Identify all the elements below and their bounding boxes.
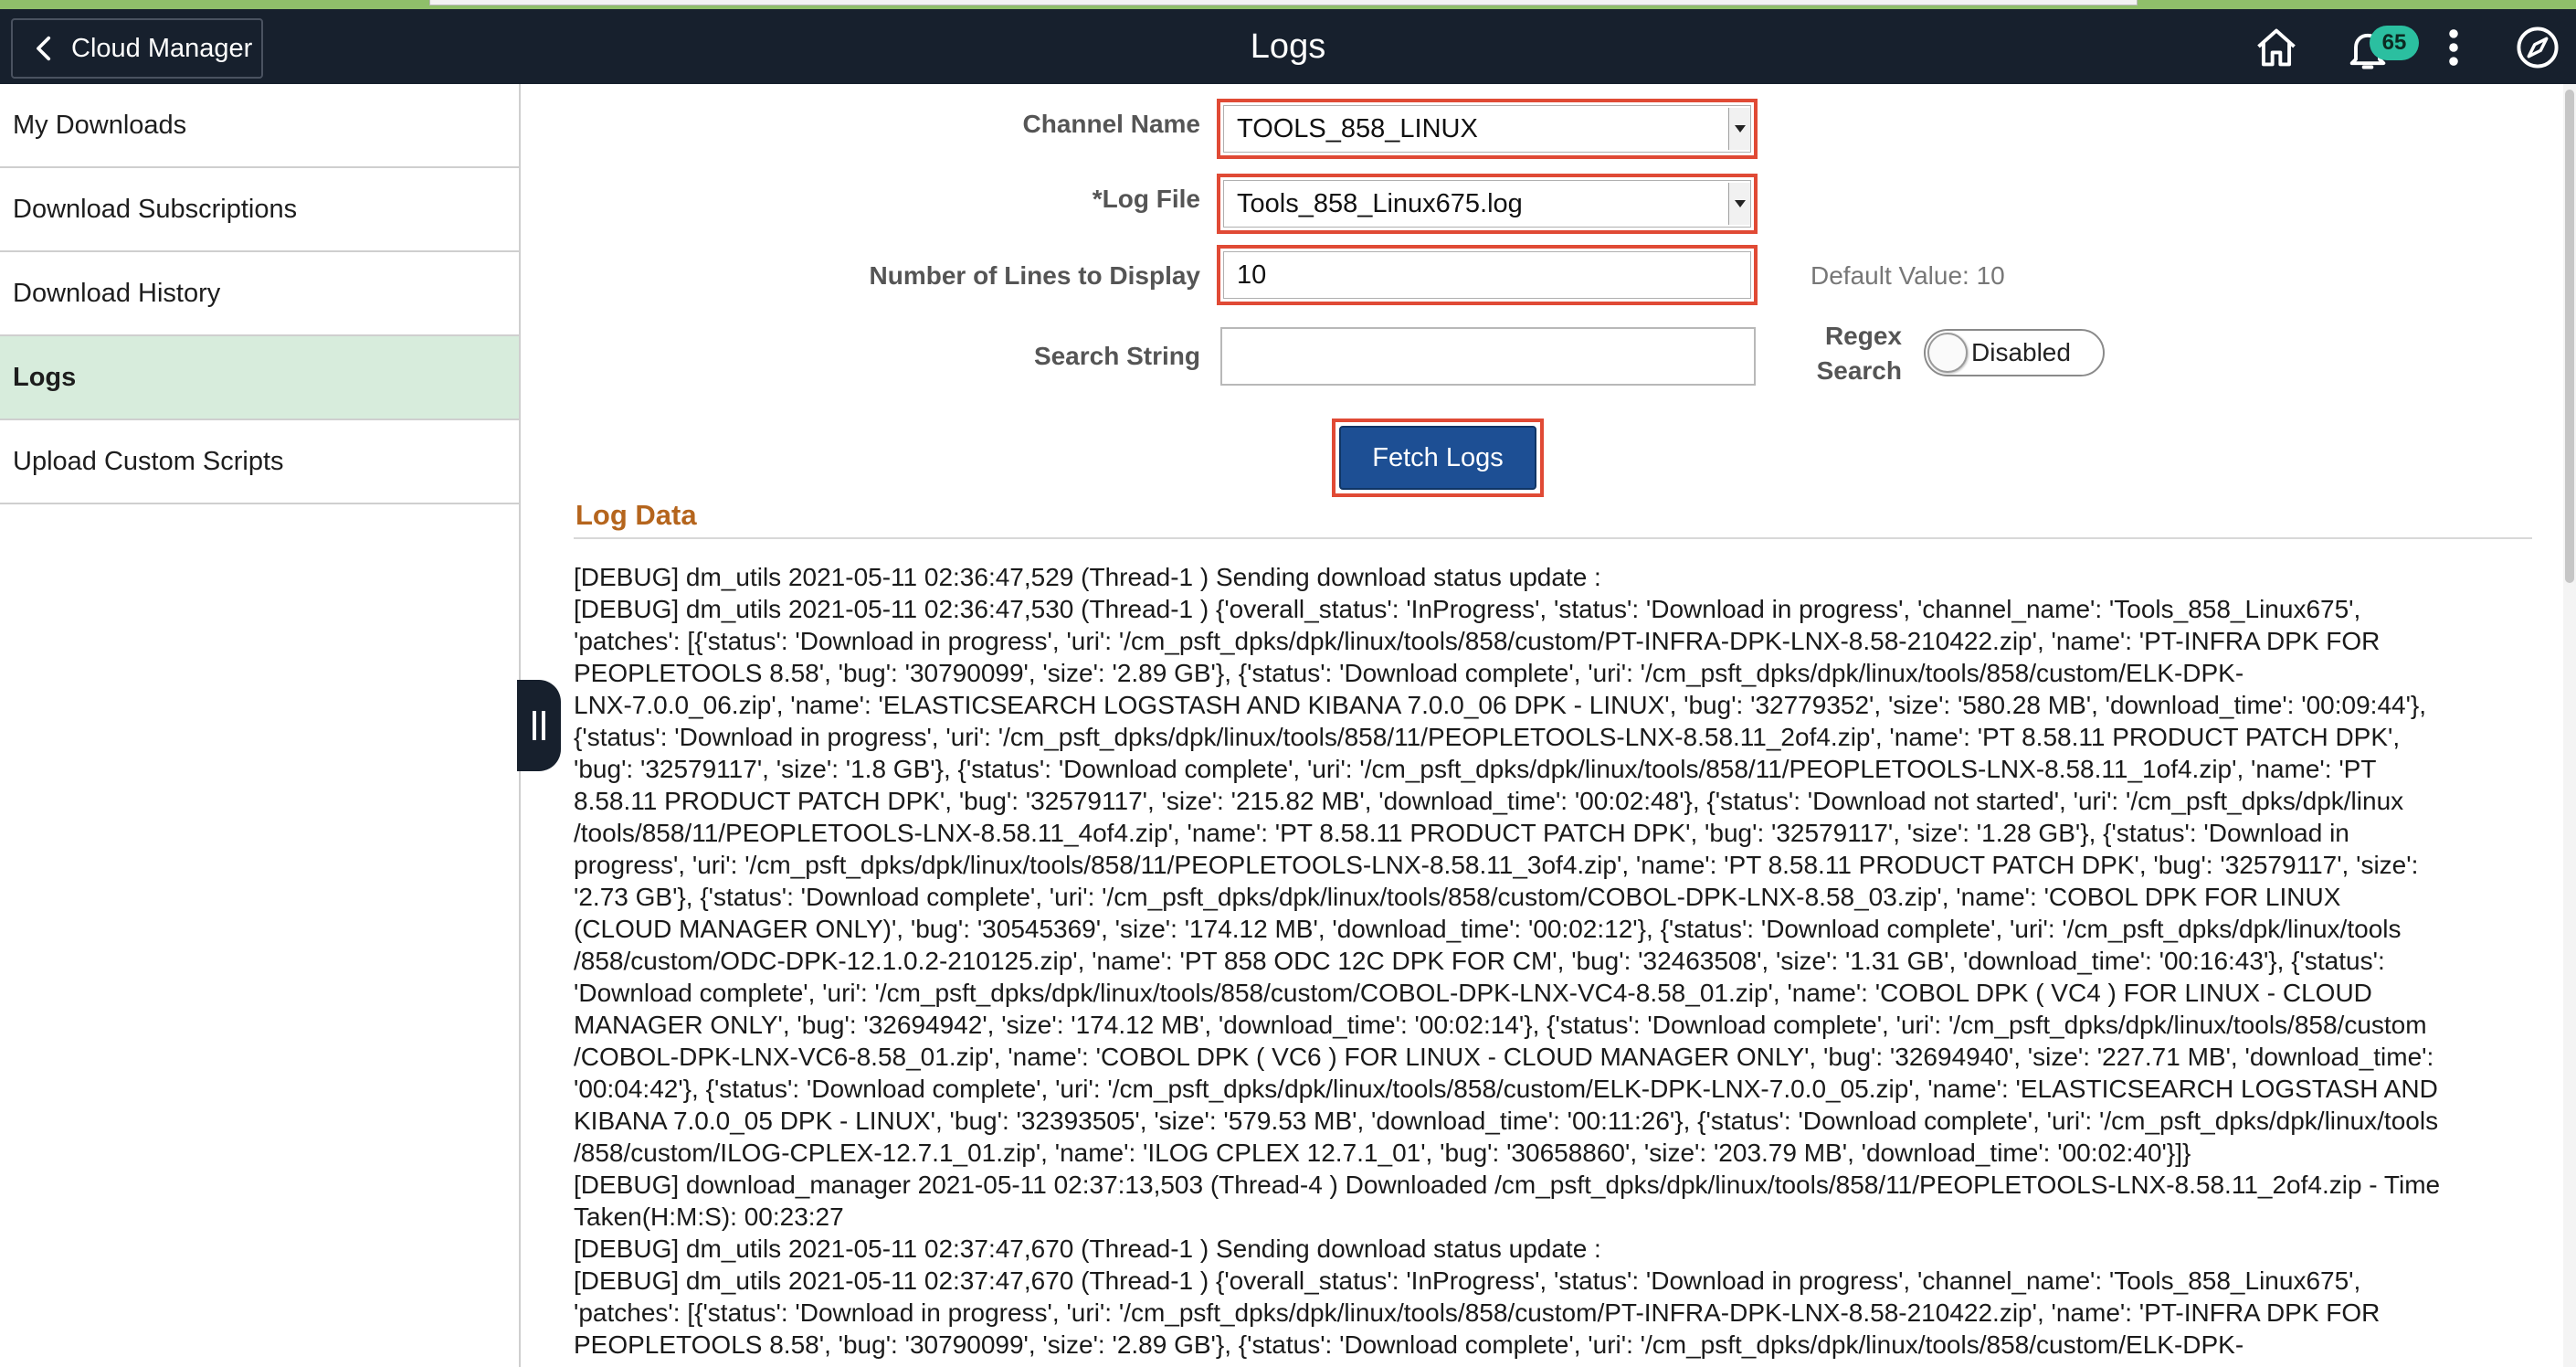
log-line: PEOPLETOOLS 8.58', 'bug': '30790099', 's… — [574, 659, 2244, 687]
sidebar-item-my-downloads[interactable]: My Downloads — [0, 84, 519, 168]
back-button[interactable]: Cloud Manager — [11, 18, 263, 79]
log-line: 'Download complete', 'uri': '/cm_psft_dp… — [574, 979, 2372, 1007]
pause-bars-icon — [533, 711, 545, 740]
log-line: /858/custom/ILOG-CPLEX-12.7.1_01.zip', '… — [574, 1139, 2191, 1167]
fetch-logs-button[interactable]: Fetch Logs — [1339, 426, 1536, 490]
lines-default-hint: Default Value: 10 — [1811, 261, 2005, 290]
sidebar: My Downloads Download Subscriptions Down… — [0, 84, 521, 1367]
browser-address-bar — [429, 0, 2138, 5]
log-line: '00:04:42'}, {'status': 'Download comple… — [574, 1075, 2438, 1103]
log-line: [DEBUG] dm_utils 2021-05-11 02:37:47,670… — [574, 1266, 2361, 1295]
channel-name-label: Channel Name — [1022, 110, 1201, 138]
sidebar-item-logs[interactable]: Logs — [0, 336, 519, 420]
log-line: '2.73 GB'}, {'status': 'Download complet… — [574, 883, 2341, 911]
regex-search-label-line1: Regex — [1824, 322, 1902, 350]
app-header: Logs Cloud Manager 65 — [0, 9, 2576, 84]
compass-icon[interactable] — [2514, 24, 2561, 71]
log-line: Taken(H:M:S): 00:23:27 — [574, 1203, 844, 1231]
log-line: 'patches': [{'status': 'Download in prog… — [574, 1298, 2381, 1327]
browser-top-strip — [0, 0, 2576, 9]
log-line: (CLOUD MANAGER ONLY)', 'bug': '30545369'… — [574, 915, 2402, 943]
log-line: /COBOL-DPK-LNX-VC6-8.58_01.zip', 'name':… — [574, 1043, 2434, 1071]
search-string-input[interactable] — [1220, 327, 1756, 386]
log-line: [DEBUG] dm_utils 2021-05-11 02:37:47,670… — [574, 1235, 1601, 1263]
section-divider — [574, 537, 2532, 539]
sidebar-item-download-subscriptions[interactable]: Download Subscriptions — [0, 168, 519, 252]
scrollbar-thumb[interactable] — [2565, 90, 2574, 583]
log-line: 'bug': '32579117', 'size': '1.8 GB'}, {'… — [574, 755, 2377, 783]
sidebar-item-download-history[interactable]: Download History — [0, 252, 519, 336]
log-line: MANAGER ONLY', 'bug': '32694942', 'size'… — [574, 1011, 2427, 1039]
log-data-title: Log Data — [575, 499, 697, 531]
log-line: /tools/858/11/PEOPLETOOLS-LNX-8.58.11_4o… — [574, 819, 2349, 847]
log-line: [DEBUG] dm_utils 2021-05-11 02:36:47,530… — [574, 595, 2361, 623]
dropdown-arrow-icon[interactable] — [1728, 108, 1750, 150]
log-line: {'status': 'Download in progress', 'uri'… — [574, 723, 2401, 751]
notification-badge: 65 — [2370, 26, 2419, 60]
log-line: /858/custom/ODC-DPK-12.1.0.2-210125.zip'… — [574, 947, 2385, 975]
page-title: Logs — [1250, 27, 1326, 66]
log-line: 8.58.11 PRODUCT PATCH DPK', 'bug': '3257… — [574, 787, 2404, 815]
log-line: LNX-7.0.0_06.zip', 'name': 'ELASTICSEARC… — [574, 691, 2427, 719]
log-line: KIBANA 7.0.0_05 DPK - LINUX', 'bug': '32… — [574, 1107, 2439, 1135]
log-file-label: *Log File — [1092, 185, 1200, 213]
sidebar-collapse-handle[interactable] — [517, 680, 561, 771]
log-line: PEOPLETOOLS 8.58', 'bug': '30790099', 's… — [574, 1330, 2244, 1359]
log-line: [DEBUG] dm_utils 2021-05-11 02:36:47,529… — [574, 563, 1601, 591]
lines-to-display-value: 10 — [1237, 260, 1267, 290]
lines-to-display-label: Number of Lines to Display — [869, 261, 1201, 290]
lines-to-display-input[interactable]: 10 — [1217, 245, 1758, 305]
search-string-label: Search String — [1033, 342, 1200, 370]
toggle-knob — [1927, 333, 1968, 373]
log-file-value: Tools_858_Linux675.log — [1237, 188, 1523, 218]
regex-search-toggle[interactable]: Disabled — [1924, 329, 2105, 376]
more-vertical-icon[interactable] — [2430, 24, 2477, 71]
channel-name-select[interactable]: TOOLS_858_LINUX — [1217, 99, 1758, 159]
log-output: [DEBUG] dm_utils 2021-05-11 02:36:47,529… — [574, 561, 2538, 1361]
chevron-left-icon — [37, 36, 51, 61]
page-scrollbar[interactable] — [2563, 84, 2576, 1367]
regex-toggle-state: Disabled — [1971, 338, 2071, 366]
sidebar-item-upload-custom-scripts[interactable]: Upload Custom Scripts — [0, 420, 519, 504]
log-file-select[interactable]: Tools_858_Linux675.log — [1217, 174, 1758, 234]
log-line: [DEBUG] download_manager 2021-05-11 02:3… — [574, 1171, 2441, 1199]
log-line: progress', 'uri': '/cm_psft_dpks/dpk/lin… — [574, 851, 2419, 879]
back-button-label: Cloud Manager — [71, 33, 253, 63]
log-line: 'patches': [{'status': 'Download in prog… — [574, 627, 2381, 655]
regex-search-label-line2: Search — [1816, 356, 1902, 385]
channel-name-value: TOOLS_858_LINUX — [1237, 113, 1478, 143]
home-icon[interactable] — [2253, 24, 2300, 71]
dropdown-arrow-icon[interactable] — [1728, 183, 1750, 225]
